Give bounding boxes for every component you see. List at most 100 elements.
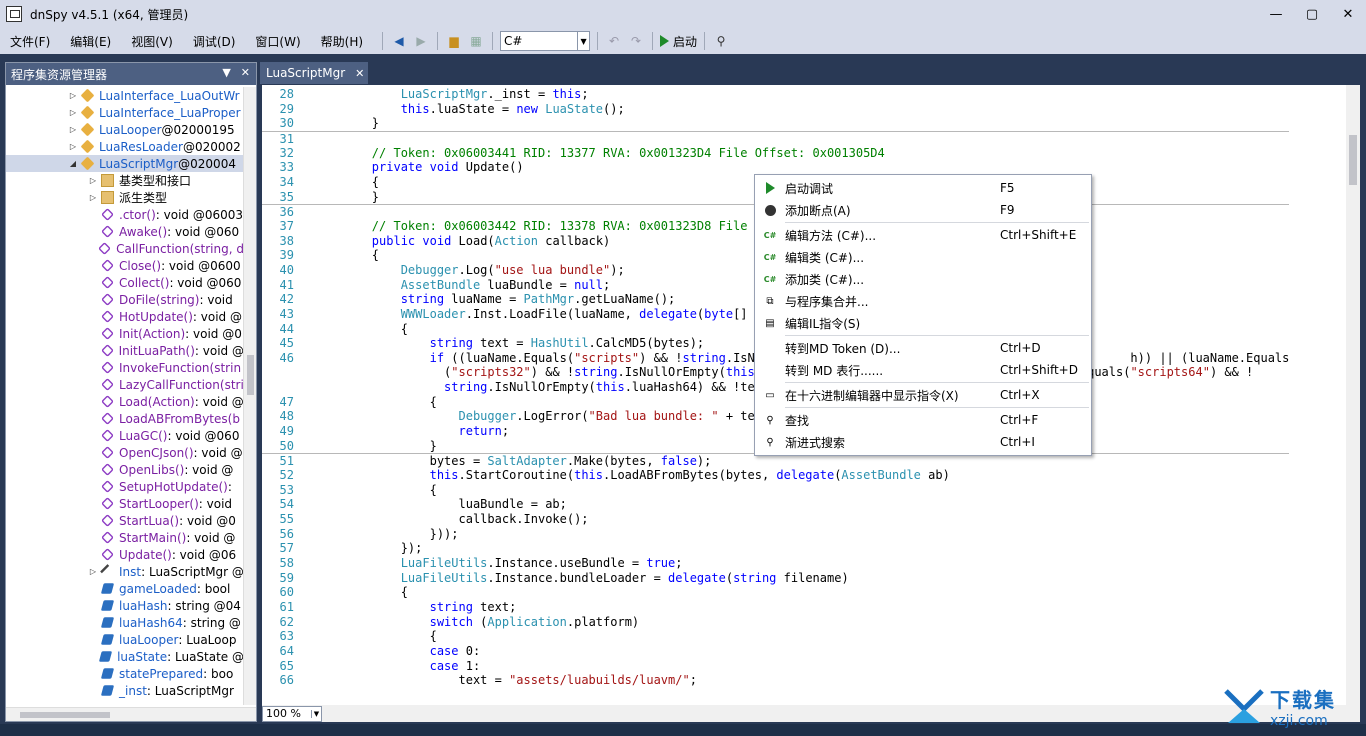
tree-vertical-scrollbar[interactable] (243, 87, 256, 705)
context-menu-item[interactable]: ▤ 编辑IL指令(S) (755, 312, 1091, 334)
editor-vertical-scrollbar[interactable] (1346, 85, 1360, 705)
zoom-select[interactable]: 100 % ▼ (262, 705, 322, 722)
expand-arrow-icon[interactable]: ▷ (68, 108, 78, 117)
menu-edit[interactable]: 编辑(E) (60, 33, 121, 50)
context-menu-item[interactable]: 添加断点(A) F9 (755, 199, 1091, 221)
tree-item[interactable]: InitLuaPath() : void @ (6, 342, 244, 359)
code-line[interactable]: 61 string text; (262, 600, 1289, 615)
tree-item[interactable]: Awake() : void @060 (6, 223, 244, 240)
code-line[interactable]: 28 LuaScriptMgr._inst = this; (262, 87, 1289, 102)
tree-item[interactable]: OpenCJson() : void @ (6, 444, 244, 461)
menu-view[interactable]: 视图(V) (121, 33, 183, 50)
code-line[interactable]: 52 this.StartCoroutine(this.LoadABFromBy… (262, 468, 1289, 483)
open-folder-icon[interactable]: ▆ (445, 32, 463, 50)
tree-item[interactable]: luaHash : string @04 (6, 597, 244, 614)
expand-arrow-icon[interactable]: ▷ (68, 142, 78, 151)
code-line[interactable]: 59 LuaFileUtils.Instance.bundleLoader = … (262, 571, 1289, 586)
close-icon[interactable]: ✕ (241, 66, 250, 79)
tree-item[interactable]: ▷ LuaInterface_LuaProper (6, 104, 244, 121)
expand-arrow-icon[interactable]: ◢ (68, 159, 78, 168)
tree-item[interactable]: StartMain() : void @ (6, 529, 244, 546)
tree-item[interactable]: DoFile(string) : void (6, 291, 244, 308)
tree-item[interactable]: Load(Action) : void @ (6, 393, 244, 410)
context-menu-item[interactable]: 转到MD Token (D)... Ctrl+D (755, 337, 1091, 359)
language-select[interactable]: C# ▼ (500, 31, 591, 51)
context-menu-item[interactable]: 启动调试 F5 (755, 177, 1091, 199)
code-line[interactable]: 57 }); (262, 541, 1289, 556)
tree-item[interactable]: SetupHotUpdate() : (6, 478, 244, 495)
tree-item[interactable]: ◢ LuaScriptMgr @020004 (6, 155, 244, 172)
forward-icon[interactable]: ▶ (412, 32, 430, 50)
menu-help[interactable]: 帮助(H) (311, 33, 373, 50)
tree-item[interactable]: HotUpdate() : void @ (6, 308, 244, 325)
code-line[interactable]: 66 text = "assets/luabuilds/luavm/"; (262, 673, 1289, 688)
code-line[interactable]: 53 { (262, 483, 1289, 498)
code-line[interactable]: 33 private void Update() (262, 160, 1289, 175)
start-button[interactable]: 启动 (660, 33, 697, 50)
context-menu-item[interactable]: C# 编辑方法 (C#)... Ctrl+Shift+E (755, 224, 1091, 246)
tree-item[interactable]: gameLoaded : bool (6, 580, 244, 597)
search-icon[interactable]: ⚲ (712, 32, 730, 50)
tree-item[interactable]: LazyCallFunction(stri (6, 376, 244, 393)
tree-item[interactable]: ▷ 基类型和接口 (6, 172, 244, 189)
code-line[interactable]: 64 case 0: (262, 644, 1289, 659)
tree-item[interactable]: LoadABFromBytes(b (6, 410, 244, 427)
assembly-tree[interactable]: ▷ LuaInterface_LuaOutWr ▷ LuaInterface_LuaP… (6, 87, 244, 705)
minimize-button[interactable]: — (1258, 0, 1294, 28)
code-line[interactable]: 54 luaBundle = ab; (262, 497, 1289, 512)
code-line[interactable]: 56 })); (262, 527, 1289, 542)
redo-icon[interactable]: ↷ (627, 32, 645, 50)
tree-item[interactable]: LuaGC() : void @060 (6, 427, 244, 444)
tree-item[interactable]: luaState : LuaState @ (6, 648, 244, 665)
tree-item[interactable]: Close() : void @0600 (6, 257, 244, 274)
tree-item[interactable]: Update() : void @06 (6, 546, 244, 563)
code-line[interactable]: 65 case 1: (262, 659, 1289, 674)
context-menu-item[interactable]: C# 添加类 (C#)... (755, 268, 1091, 290)
undo-icon[interactable]: ↶ (605, 32, 623, 50)
expand-arrow-icon[interactable]: ▷ (88, 193, 98, 202)
chevron-down-icon[interactable]: ▼ (222, 66, 230, 79)
tab-luascriptmgr[interactable]: LuaScriptMgr ✕ (260, 62, 368, 84)
expand-arrow-icon[interactable]: ▷ (88, 176, 98, 185)
tree-item[interactable]: InvokeFunction(strin (6, 359, 244, 376)
menu-file[interactable]: 文件(F) (0, 33, 60, 50)
code-line[interactable]: 63 { (262, 629, 1289, 644)
context-menu-item[interactable]: 转到 MD 表行...... Ctrl+Shift+D (755, 359, 1091, 381)
close-button[interactable]: ✕ (1330, 0, 1366, 28)
code-line[interactable]: 58 LuaFileUtils.Instance.useBundle = tru… (262, 556, 1289, 571)
open-list-icon[interactable]: ▦ (467, 32, 485, 50)
tree-horizontal-scrollbar[interactable] (6, 707, 256, 721)
code-line[interactable]: 29 this.luaState = new LuaState(); (262, 102, 1289, 117)
expand-arrow-icon[interactable]: ▷ (68, 125, 78, 134)
context-menu-item[interactable]: ⚲ 查找 Ctrl+F (755, 409, 1091, 431)
scroll-thumb[interactable] (247, 355, 254, 395)
scroll-thumb[interactable] (20, 712, 110, 718)
menu-debug[interactable]: 调试(D) (183, 33, 246, 50)
back-icon[interactable]: ◀ (390, 32, 408, 50)
context-menu-item[interactable]: ▭ 在十六进制编辑器中显示指令(X) Ctrl+X (755, 384, 1091, 406)
expand-arrow-icon[interactable]: ▷ (88, 567, 98, 576)
close-icon[interactable]: ✕ (355, 67, 364, 80)
tree-item[interactable]: ▷ LuaLooper @02000195 (6, 121, 244, 138)
code-line[interactable]: 32 // Token: 0x06003441 RID: 13377 RVA: … (262, 146, 1289, 161)
context-menu-item[interactable]: ⧉ 与程序集合并... (755, 290, 1091, 312)
expand-arrow-icon[interactable]: ▷ (68, 91, 78, 100)
tree-item[interactable]: Init(Action) : void @0 (6, 325, 244, 342)
tree-item[interactable]: OpenLibs() : void @ (6, 461, 244, 478)
tree-item[interactable]: statePrepared : boo (6, 665, 244, 682)
tree-item[interactable]: luaLooper : LuaLoop (6, 631, 244, 648)
menu-window[interactable]: 窗口(W) (245, 33, 310, 50)
tree-item[interactable]: ▷ LuaResLoader @020002 (6, 138, 244, 155)
code-line[interactable]: 55 callback.Invoke(); (262, 512, 1289, 527)
tree-item[interactable]: Collect() : void @060 (6, 274, 244, 291)
tree-item[interactable]: StartLua() : void @0 (6, 512, 244, 529)
maximize-button[interactable]: ▢ (1294, 0, 1330, 28)
context-menu-item[interactable]: ⚲ 渐进式搜索 Ctrl+I (755, 431, 1091, 453)
code-line[interactable]: 60 { (262, 585, 1289, 600)
tree-item[interactable]: CallFunction(string, d (6, 240, 244, 257)
tree-item[interactable]: ▷ LuaInterface_LuaOutWr (6, 87, 244, 104)
tree-item[interactable]: .ctor() : void @06003 (6, 206, 244, 223)
context-menu-item[interactable]: C# 编辑类 (C#)... (755, 246, 1091, 268)
tree-item[interactable]: luaHash64 : string @ (6, 614, 244, 631)
tree-item[interactable]: ▷ Inst : LuaScriptMgr @ (6, 563, 244, 580)
